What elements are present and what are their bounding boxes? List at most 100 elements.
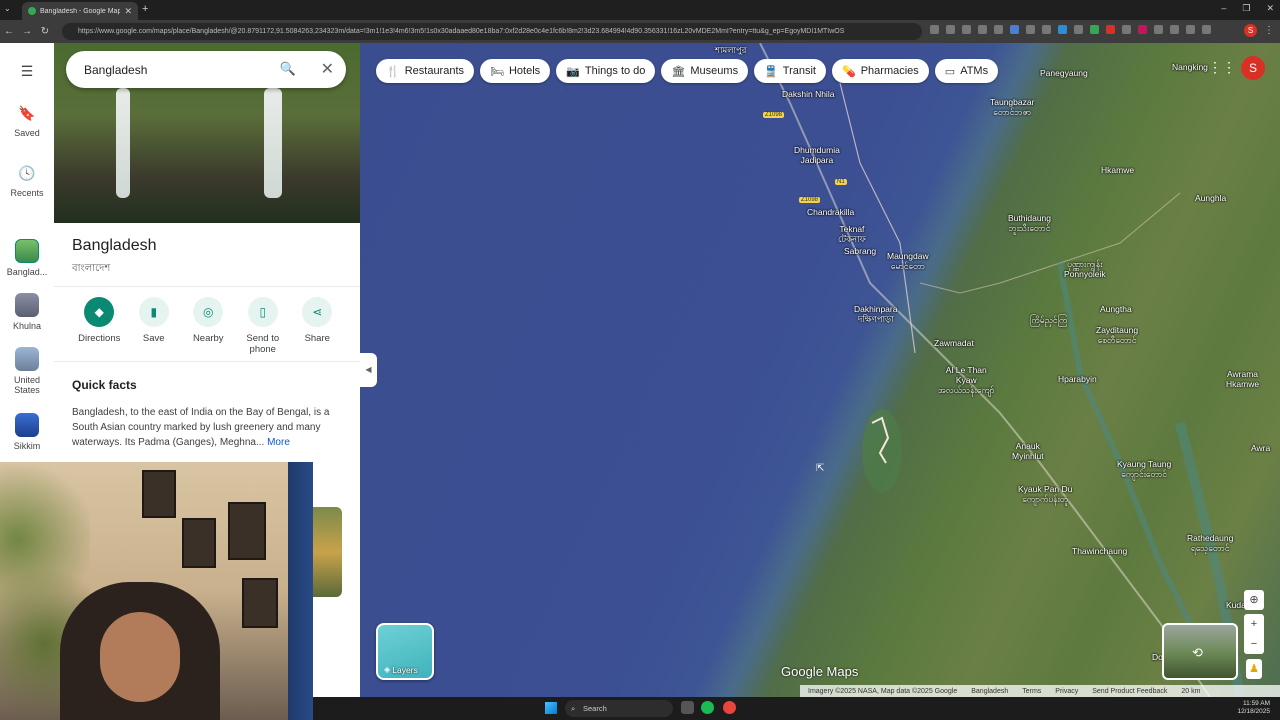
nearby-button[interactable]: ◎ Nearby <box>181 297 236 355</box>
spotify-icon[interactable] <box>701 701 714 714</box>
browser-profile-avatar[interactable]: S <box>1244 24 1257 37</box>
street-view-thumbnail[interactable]: ⟲ <box>1162 623 1238 680</box>
browser-menu-icon[interactable]: ⋮ <box>1260 25 1278 36</box>
map-label-awrama: Awrama Hkamwe <box>1226 369 1260 389</box>
bookmark-star-icon[interactable] <box>994 25 1003 34</box>
search-input[interactable]: Bangladesh <box>84 63 147 77</box>
map-label-taungbazar: Taungbazar တောင်ဘဇာ <box>990 97 1035 117</box>
zoom-in-button[interactable]: + <box>1244 614 1264 634</box>
back-icon[interactable]: ← <box>0 26 18 37</box>
rail-recent-sikkim[interactable]: Sikkim <box>0 413 54 451</box>
more-link[interactable]: More <box>267 437 290 448</box>
hotel-icon: 🛏 <box>490 65 504 78</box>
map-label-aungtha: Aungtha <box>1100 304 1132 314</box>
close-tab-icon[interactable]: ✕ <box>124 6 132 17</box>
location-icon[interactable] <box>930 25 939 34</box>
filter-hotels[interactable]: 🛏 Hotels <box>480 59 551 83</box>
close-icon[interactable]: ✕ <box>321 59 334 79</box>
extension-icon[interactable] <box>1154 25 1163 34</box>
extension-icon[interactable] <box>1058 25 1067 34</box>
extension-icon[interactable] <box>1122 25 1131 34</box>
rail-saved[interactable]: 🔖 Saved <box>0 105 54 138</box>
zoom-out-button[interactable]: − <box>1244 634 1264 654</box>
menu-button[interactable]: ☰ <box>0 63 54 86</box>
forward-icon[interactable]: → <box>18 26 36 37</box>
extensions-puzzle-icon[interactable] <box>1186 25 1195 34</box>
directions-icon: ◆ <box>84 297 115 327</box>
extension-icon[interactable] <box>1170 25 1179 34</box>
share-icon[interactable] <box>978 25 987 34</box>
atm-icon: ▭ <box>944 65 956 78</box>
pharmacy-icon: 💊 <box>842 65 856 78</box>
filter-pharmacies[interactable]: 💊 Pharmacies <box>832 59 929 83</box>
wall-picture <box>242 578 278 628</box>
place-panel: Bangladesh 🔍 ✕ Bangladesh বাংলাদেশ ◆ Dire… <box>54 43 360 463</box>
filter-things-to-do[interactable]: 📷 Things to do <box>556 59 656 83</box>
my-location-icon[interactable]: ⊕ <box>1244 590 1264 610</box>
maximize-icon[interactable]: ❐ <box>1242 3 1250 14</box>
rail-recent-united-states[interactable]: United States <box>0 347 54 395</box>
bookmark-icon: ▮ <box>138 297 169 327</box>
windows-start-icon[interactable] <box>545 702 557 714</box>
taskbar-search[interactable]: ⌕ Search <box>565 700 673 717</box>
sidebar-icon[interactable] <box>1202 25 1211 34</box>
close-window-icon[interactable]: ✕ <box>1266 3 1274 14</box>
send-to-phone-button[interactable]: ▯ Send to phone <box>236 297 291 355</box>
google-apps-icon[interactable]: ⋮⋮⋮ <box>1208 59 1250 77</box>
minimize-icon[interactable]: – <box>1221 3 1226 14</box>
chrome-icon[interactable] <box>723 701 736 714</box>
filter-atms[interactable]: ▭ ATMs <box>934 59 999 83</box>
rail-recent-bangladesh[interactable]: Banglad... <box>0 239 54 277</box>
zoom-icon[interactable] <box>962 25 971 34</box>
share-button[interactable]: ⋖ Share <box>290 297 345 355</box>
taskbar-clock[interactable]: 11:59 AM 12/18/2025 <box>1237 700 1270 716</box>
filter-transit[interactable]: 🚆 Transit <box>754 59 826 83</box>
tab-search-icon[interactable]: ⌄ <box>4 4 11 13</box>
reload-icon[interactable]: ↻ <box>36 26 54 37</box>
map-canvas[interactable]: · শামলাপুর Dakshin Nhila Dhumdumia Jadip… <box>360 43 1280 697</box>
google-maps-logo: Google Maps <box>781 664 859 679</box>
browser-tab[interactable]: Bangladesh - Google Maps ✕ <box>22 2 138 20</box>
translate-icon[interactable] <box>946 25 955 34</box>
extension-icon[interactable] <box>1138 25 1147 34</box>
extension-icon[interactable] <box>1090 25 1099 34</box>
save-button[interactable]: ▮ Save <box>127 297 182 355</box>
search-box[interactable]: Bangladesh 🔍 ✕ <box>66 51 346 88</box>
feedback-link[interactable]: Send Product Feedback <box>1092 688 1167 695</box>
filter-restaurants[interactable]: 🍴 Restaurants <box>376 59 475 83</box>
scale-bar[interactable]: 20 km <box>1181 688 1200 695</box>
map-label-chandrakilla: Chandrakilla <box>807 207 855 217</box>
map-label-thawinchaung: Thawinchaung <box>1072 546 1128 556</box>
road-shield: Z1098 <box>799 197 821 203</box>
extension-icon[interactable] <box>1106 25 1115 34</box>
privacy-link[interactable]: Privacy <box>1055 688 1078 695</box>
extension-icon[interactable] <box>1074 25 1083 34</box>
filter-museums[interactable]: 🏛 Museums <box>661 59 749 83</box>
address-bar[interactable]: https://www.google.com/maps/place/Bangla… <box>62 23 922 40</box>
rail-recent-khulna[interactable]: Khulna <box>0 293 54 331</box>
extension-icon[interactable] <box>1042 25 1051 34</box>
directions-button[interactable]: ◆ Directions <box>72 297 127 355</box>
layers-button[interactable]: ◈ Layers <box>376 623 434 680</box>
rail-recents[interactable]: 🕓 Recents <box>0 165 54 198</box>
pegman-icon[interactable]: ♟ <box>1246 659 1262 679</box>
map-label-hparabyin: Hparabyin <box>1058 374 1097 384</box>
extension-icon[interactable] <box>1010 25 1019 34</box>
place-actions: ◆ Directions ▮ Save ◎ Nearby ▯ Send to phone… <box>72 297 345 355</box>
photo-thumbnail[interactable] <box>313 507 342 597</box>
extension-icon[interactable] <box>1026 25 1035 34</box>
terms-link[interactable]: Terms <box>1022 688 1041 695</box>
account-avatar[interactable]: S <box>1241 56 1265 80</box>
country-link[interactable]: Bangladesh <box>971 688 1008 695</box>
phone-icon: ▯ <box>247 297 278 327</box>
history-icon: 🕓 <box>18 165 36 181</box>
tab-title: Bangladesh - Google Maps <box>40 7 121 15</box>
camera-icon: 📷 <box>566 65 580 78</box>
place-thumbnail <box>15 413 39 437</box>
waterfall <box>264 88 282 198</box>
collapse-panel-button[interactable]: ◀ <box>360 353 377 387</box>
file-explorer-icon[interactable] <box>681 701 694 714</box>
new-tab-icon[interactable]: + <box>142 3 148 15</box>
search-icon[interactable]: 🔍 <box>280 61 296 77</box>
extensions-bar <box>930 25 1211 34</box>
